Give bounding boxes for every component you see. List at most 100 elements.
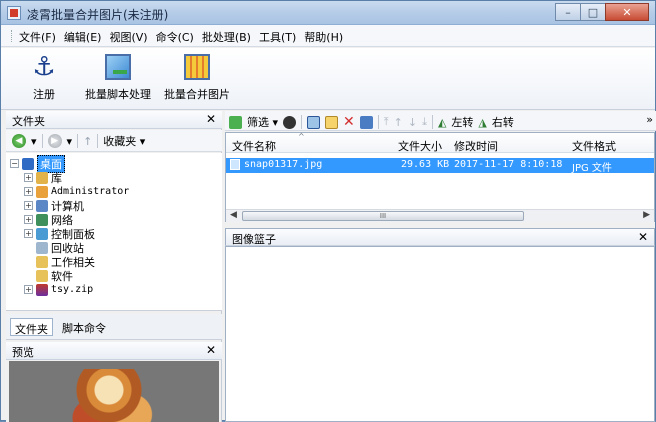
tree-item-desktop[interactable]: − 桌面 <box>10 154 65 173</box>
expand-icon[interactable]: + <box>24 201 33 210</box>
user-folder-icon <box>36 185 48 198</box>
expand-icon[interactable]: + <box>24 229 33 238</box>
tree-item-control-panel[interactable]: + 控制面板 <box>24 227 95 241</box>
tree-item-computer[interactable]: + 计算机 <box>24 199 84 213</box>
scroll-left-icon[interactable]: ◀ <box>230 210 237 220</box>
column-size[interactable]: 文件大小 <box>398 138 442 154</box>
tree-item-recycle-bin[interactable]: 回收站 <box>36 241 84 255</box>
forward-icon[interactable]: ▶ <box>47 134 62 148</box>
rotate-right-button[interactable]: 右转 <box>492 114 514 130</box>
left-pane: 文件夹 ✕ ◀ ▾ ▶ ▾ ↑ 收藏夹 ▾ − 桌面 + 库 + Adminis… <box>6 111 222 422</box>
menu-file[interactable]: 文件(F) <box>19 29 56 45</box>
menu-command[interactable]: 命令(C) <box>156 29 194 45</box>
image-basket-area[interactable] <box>225 246 655 422</box>
tree-item-administrator[interactable]: + Administrator <box>24 185 129 198</box>
rotate-left-button[interactable]: 左转 <box>451 114 473 130</box>
menu-tools[interactable]: 工具(T) <box>259 29 296 45</box>
filter-icon <box>229 115 242 129</box>
import-icon[interactable] <box>359 115 373 129</box>
folder-panel-close-icon[interactable]: ✕ <box>206 112 216 126</box>
maximize-button[interactable]: □ <box>580 3 606 21</box>
tree-item-software[interactable]: 软件 <box>36 269 73 283</box>
column-format[interactable]: 文件格式 <box>572 138 616 154</box>
tree-item-library[interactable]: + 库 <box>24 171 62 185</box>
scrollbar-thumb[interactable]: III <box>242 211 524 221</box>
delete-icon[interactable]: ✕ <box>343 114 355 130</box>
column-modified[interactable]: 修改时间 <box>454 138 498 154</box>
collapse-icon[interactable]: − <box>10 159 19 168</box>
move-down-icon[interactable]: ↓ <box>408 116 417 129</box>
zip-archive-icon <box>36 283 48 296</box>
minimize-button[interactable]: – <box>555 3 581 21</box>
preview-panel-header: 预览 ✕ <box>6 342 222 360</box>
save-image-icon[interactable] <box>307 115 321 129</box>
expand-icon[interactable]: + <box>24 215 33 224</box>
preview-panel-close-icon[interactable]: ✕ <box>206 343 216 357</box>
tree-item-work[interactable]: 工作相关 <box>36 255 95 269</box>
tree-item-label: Administrator <box>51 186 130 197</box>
library-icon <box>36 171 48 184</box>
preview-image-area <box>9 361 219 422</box>
tree-item-network[interactable]: + 网络 <box>24 213 73 227</box>
menu-grip <box>11 30 13 42</box>
folder-icon <box>36 269 48 282</box>
tab-folder[interactable]: 文件夹 <box>10 318 53 336</box>
batch-script-button[interactable]: 批量脚本处理 <box>85 52 151 102</box>
batch-merge-button[interactable]: 批量合并图片 <box>164 52 230 102</box>
right-pane: 筛选 ▾ ✕ ⤒ ↑ ↓ ⤓ ◭ 左转 ◮ 右转 » 文件名称 ^ 文件大小 修… <box>225 111 656 422</box>
back-dropdown-icon[interactable]: ▾ <box>31 135 37 148</box>
folder-tree: − 桌面 + 库 + Administrator + 计算机 + 网络 + 控制… <box>6 153 222 311</box>
tree-item-tsy-zip[interactable]: + tsy.zip <box>24 283 93 296</box>
jpg-file-icon <box>230 159 240 170</box>
menu-view[interactable]: 视图(V) <box>109 29 147 45</box>
folder-panel-title: 文件夹 <box>12 115 45 128</box>
tree-item-label: 软件 <box>51 269 73 283</box>
sort-ascending-icon: ^ <box>298 132 305 141</box>
file-format: JPG 文件 <box>572 163 612 174</box>
file-modified: 2017-11-17 8:10:18 <box>454 159 563 170</box>
menu-help[interactable]: 帮助(H) <box>304 29 343 45</box>
register-label: 注册 <box>33 88 55 101</box>
move-up-icon[interactable]: ↑ <box>394 116 403 129</box>
menu-batch[interactable]: 批处理(B) <box>202 29 251 45</box>
network-icon <box>36 213 48 226</box>
expand-icon[interactable]: + <box>24 187 33 196</box>
file-list-header: 文件名称 ^ 文件大小 修改时间 文件格式 <box>226 132 654 154</box>
tab-script-command[interactable]: 脚本命令 <box>58 318 110 336</box>
move-bottom-icon[interactable]: ⤓ <box>422 115 427 129</box>
folder-icon <box>36 255 48 268</box>
anchor-icon: ⚓ <box>32 52 56 82</box>
image-toolbar: 筛选 ▾ ✕ ⤒ ↑ ↓ ⤓ ◭ 左转 ◮ 右转 » <box>225 111 656 131</box>
separator <box>431 115 433 129</box>
separator <box>301 115 303 129</box>
menu-items: 文件(F) 编辑(E) 视图(V) 命令(C) 批处理(B) 工具(T) 帮助(… <box>19 29 343 45</box>
expand-icon[interactable]: + <box>24 173 33 182</box>
file-row[interactable]: snap01317.jpg 29.63 KB 2017-11-17 8:10:1… <box>226 158 654 174</box>
horizontal-scrollbar[interactable]: ◀ III ▶ <box>226 209 654 222</box>
scroll-right-icon[interactable]: ▶ <box>643 210 650 220</box>
folder-panel-header: 文件夹 ✕ <box>6 111 222 129</box>
filter-dropdown[interactable]: 筛选 ▾ <box>247 114 278 130</box>
favorites-dropdown[interactable]: 收藏夹 ▾ <box>103 133 145 149</box>
copy-icon[interactable] <box>325 115 339 129</box>
menu-edit[interactable]: 编辑(E) <box>64 29 102 45</box>
desktop-icon <box>22 157 34 170</box>
move-top-icon[interactable]: ⤒ <box>384 115 389 129</box>
column-name[interactable]: 文件名称 <box>232 138 276 154</box>
separator <box>97 134 99 148</box>
eye-icon[interactable] <box>283 115 297 129</box>
basket-panel-title: 图像篮子 <box>232 233 276 246</box>
preview-image <box>64 369 154 422</box>
expand-icon[interactable]: + <box>24 285 33 294</box>
toolbar-overflow-icon[interactable]: » <box>646 113 653 126</box>
back-icon[interactable]: ◀ <box>12 134 26 148</box>
register-button[interactable]: ⚓ 注册 <box>29 52 59 102</box>
up-folder-icon[interactable]: ↑ <box>83 135 92 148</box>
window-controls: – □ ✕ <box>555 3 649 21</box>
separator <box>41 134 43 148</box>
forward-dropdown-icon[interactable]: ▾ <box>67 135 73 148</box>
folder-nav-bar: ◀ ▾ ▶ ▾ ↑ 收藏夹 ▾ <box>6 130 222 152</box>
close-button[interactable]: ✕ <box>605 3 649 21</box>
basket-panel-header: 图像篮子 ✕ <box>225 228 655 246</box>
basket-panel-close-icon[interactable]: ✕ <box>638 230 648 244</box>
